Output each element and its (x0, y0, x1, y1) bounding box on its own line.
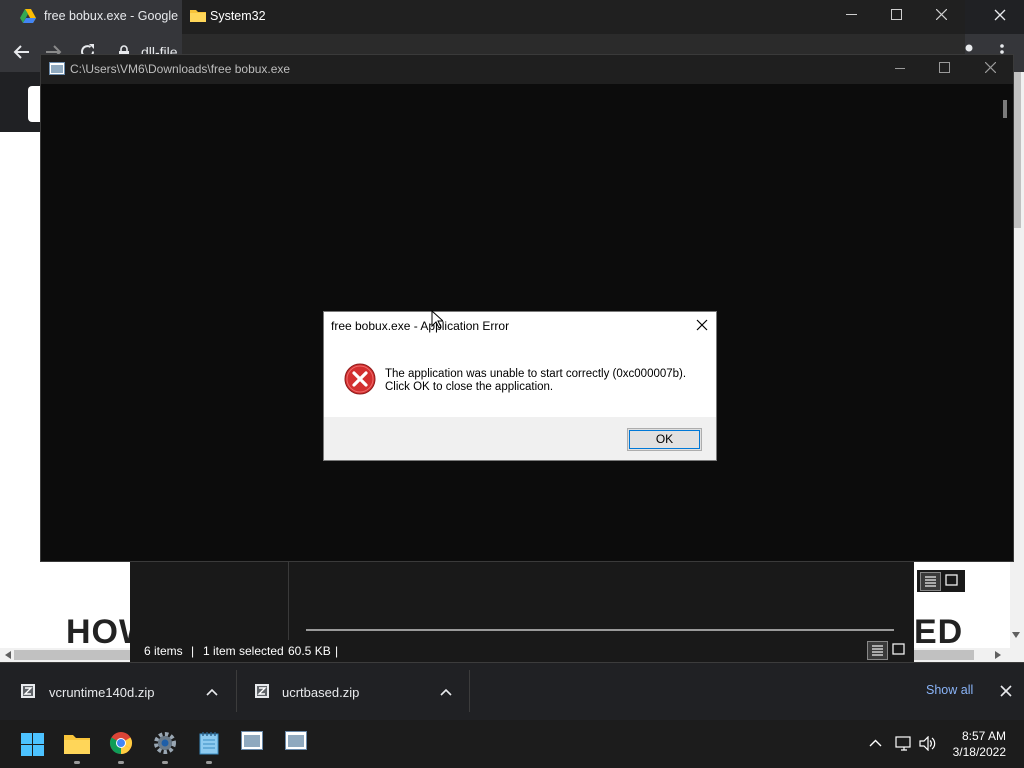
taskbar-running-indicator (118, 761, 124, 764)
notepad-icon[interactable] (199, 731, 219, 755)
download-item-name[interactable]: ucrtbased.zip (282, 685, 359, 700)
console-app-icon-2[interactable] (285, 731, 307, 750)
clock-date[interactable]: 3/18/2022 (946, 745, 1006, 759)
downloads-separator (236, 670, 237, 712)
status-details-view-icon[interactable] (867, 641, 888, 660)
folder-icon (190, 8, 206, 22)
scroll-down-arrow-icon[interactable] (1012, 632, 1020, 638)
scroll-left-arrow-icon[interactable] (5, 651, 11, 659)
chrome-icon[interactable] (109, 731, 133, 755)
explorer-toolbar (182, 34, 965, 56)
ok-button[interactable]: OK (627, 428, 702, 451)
console-title: C:\Users\VM6\Downloads\free bobux.exe (70, 62, 291, 76)
download-item-name[interactable]: vcruntime140d.zip (49, 685, 155, 700)
zip-file-icon (20, 683, 36, 699)
page-headline-right: ED (914, 613, 964, 651)
console-window (40, 54, 1014, 562)
console-minimize-icon[interactable] (895, 68, 905, 69)
dialog-title: free bobux.exe - Application Error (331, 319, 510, 333)
console-app-icon[interactable] (241, 731, 263, 750)
google-drive-icon (20, 9, 36, 24)
page-vertical-scroll-thumb[interactable] (1013, 72, 1021, 228)
status-selected: 1 item selected (203, 644, 284, 658)
back-arrow-icon[interactable] (12, 44, 30, 60)
chrome-tab-title: free bobux.exe - Google D (44, 9, 180, 23)
status-item-count: 6 items (144, 644, 183, 658)
explorer-close-icon[interactable] (936, 9, 947, 20)
console-scroll-thumb[interactable] (1003, 100, 1007, 118)
status-large-icons-view-icon[interactable] (889, 641, 908, 658)
settings-icon[interactable] (153, 731, 177, 755)
dialog-close-button[interactable] (690, 313, 714, 337)
status-size: 60.5 KB (288, 644, 331, 658)
mouse-cursor-icon (431, 310, 443, 329)
explorer-maximize-icon[interactable] (891, 9, 902, 20)
clock-time[interactable]: 8:57 AM (958, 729, 1006, 743)
taskbar-running-indicator (74, 761, 80, 764)
volume-icon[interactable] (919, 736, 937, 751)
chrome-close-icon[interactable] (994, 9, 1006, 21)
taskbar-running-indicator (162, 761, 168, 764)
show-all-button[interactable]: Show all (926, 683, 973, 697)
console-app-icon (49, 62, 65, 75)
network-icon[interactable] (895, 736, 913, 751)
downloads-close-icon[interactable] (1000, 685, 1012, 697)
scroll-right-arrow-icon[interactable] (995, 651, 1001, 659)
dialog-message-line2: Click OK to close the application. (385, 381, 554, 393)
tray-chevron-up-icon[interactable] (869, 739, 882, 747)
large-icons-view-icon[interactable] (942, 572, 961, 589)
console-close-icon[interactable] (985, 62, 996, 73)
downloads-separator (469, 670, 470, 712)
chevron-up-icon[interactable] (440, 688, 452, 696)
explorer-horizontal-scrollbar[interactable] (306, 629, 894, 631)
zip-file-icon (254, 683, 270, 699)
explorer-minimize-icon[interactable] (846, 14, 857, 15)
explorer-title: System32 (210, 9, 266, 23)
chevron-up-icon[interactable] (206, 688, 218, 696)
file-explorer-icon[interactable] (64, 732, 90, 754)
dialog-message-line1: The application was unable to start corr… (385, 368, 687, 380)
taskbar-running-indicator (206, 761, 212, 764)
console-vertical-scrollbar[interactable] (996, 84, 1013, 561)
explorer-titlebar (182, 0, 965, 34)
explorer-pane-divider[interactable] (288, 562, 289, 640)
status-separator: | (191, 644, 195, 658)
console-maximize-icon[interactable] (939, 62, 950, 73)
status-separator: | (335, 644, 339, 658)
error-icon (344, 363, 376, 395)
start-icon[interactable] (21, 733, 44, 756)
details-view-icon[interactable] (920, 572, 941, 591)
